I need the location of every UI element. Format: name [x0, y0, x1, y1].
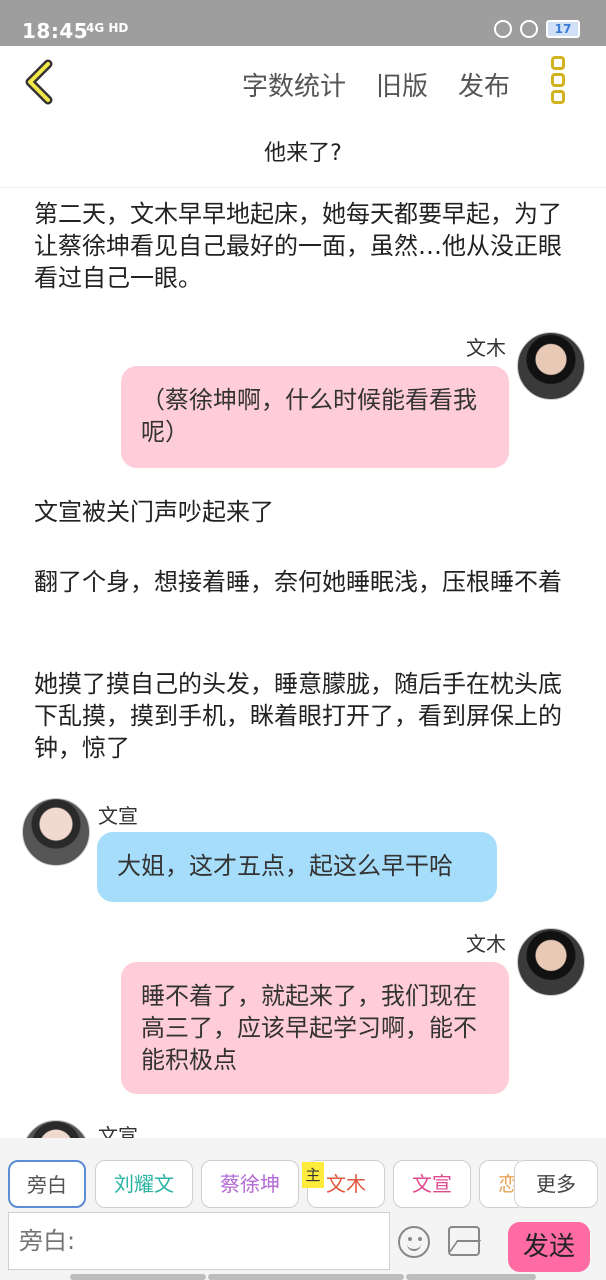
status-bar: 18:45 4G HD 17 — [0, 0, 606, 46]
role-chip-cai-xukun[interactable]: 蔡徐坤 — [201, 1160, 299, 1208]
more-menu-button[interactable] — [546, 56, 570, 108]
app-header: 字数统计 旧版 发布 — [0, 46, 606, 120]
nav-indicator — [208, 1274, 404, 1280]
chevron-left-icon — [25, 59, 53, 105]
speaker-name: 文宣 — [98, 1124, 138, 1138]
role-chip-liu-yaowen[interactable]: 刘耀文 — [95, 1160, 193, 1208]
narration-paragraph: 她摸了摸自己的头发，睡意朦胧，随后手在枕头底下乱摸，摸到手机，眯着眼打开了，看到… — [34, 670, 562, 762]
story-content[interactable]: 第二天，文木早早地起床，她每天都要早起，为了让蔡徐坤看见自己最好的一面，虽然…他… — [0, 190, 606, 1138]
avatar[interactable] — [22, 798, 90, 866]
avatar[interactable] — [517, 928, 585, 996]
speaker-name: 文宣 — [98, 804, 138, 828]
send-button[interactable]: 发送 — [508, 1222, 590, 1272]
role-chip-partial[interactable]: 恋 — [479, 1160, 519, 1208]
network-indicator: 4G HD — [86, 21, 129, 35]
emoji-icon[interactable] — [398, 1226, 430, 1258]
chapter-title: 他来了? — [0, 120, 606, 188]
chat-bubble[interactable]: 大姐，这才五点，起这么早干哈 — [97, 832, 497, 902]
status-time: 18:45 — [22, 19, 89, 43]
back-button[interactable] — [20, 58, 64, 106]
speaker-name: 文木 — [466, 336, 506, 360]
role-chip-narrator[interactable]: 旁白 — [8, 1160, 86, 1208]
publish-button[interactable]: 发布 — [458, 66, 510, 103]
narration-paragraph: 第二天，文木早早地起床，她每天都要早起，为了让蔡徐坤看见自己最好的一面，虽然…他… — [34, 200, 562, 292]
word-count-button[interactable]: 字数统计 — [242, 66, 346, 103]
old-version-button[interactable]: 旧版 — [376, 66, 428, 103]
narration-paragraph: 翻了个身，想接着睡，奈何她睡眠浅，压根睡不着 — [34, 568, 562, 596]
battery-icon: 17 — [546, 20, 580, 38]
avatar[interactable] — [22, 1120, 90, 1138]
owner-badge: 主 — [302, 1162, 324, 1188]
speaker-name: 文木 — [466, 932, 506, 956]
chat-bubble[interactable]: 睡不着了，就起来了，我们现在高三了，应该早起学习啊，能不能积极点 — [121, 962, 509, 1094]
alarm-icon — [520, 20, 538, 38]
avatar[interactable] — [517, 332, 585, 400]
lock-icon — [494, 20, 512, 38]
nav-indicator — [70, 1274, 206, 1280]
header-actions: 字数统计 旧版 发布 — [242, 66, 510, 103]
role-chip-wen-xuan[interactable]: 文宣 — [393, 1160, 471, 1208]
status-icons: 17 — [494, 20, 580, 38]
message-input[interactable] — [8, 1212, 390, 1270]
more-roles-button[interactable]: 更多 — [514, 1160, 598, 1208]
narration-paragraph: 文宣被关门声吵起来了 — [34, 498, 274, 526]
chat-bubble[interactable]: （蔡徐坤啊，什么时候能看看我呢） — [121, 366, 509, 468]
more-icon — [551, 56, 565, 70]
nav-indicator — [406, 1274, 536, 1280]
image-icon[interactable] — [448, 1226, 480, 1256]
